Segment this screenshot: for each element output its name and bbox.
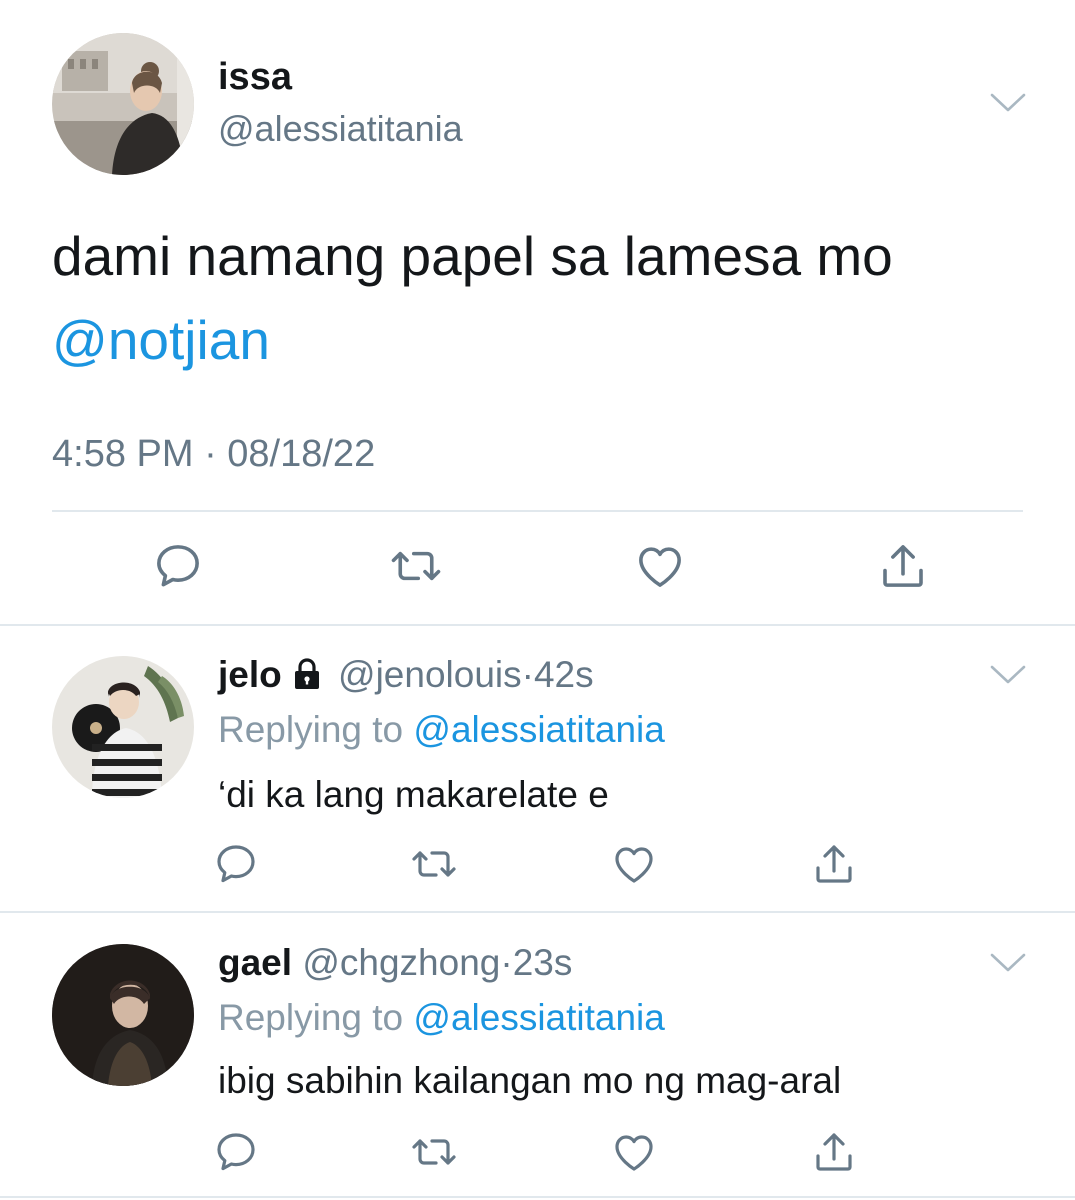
author-handle[interactable]: @alessiatitania xyxy=(218,106,463,152)
tweet-text: dami namang papel sa lamesa mo xyxy=(52,225,893,287)
author-name[interactable]: issa xyxy=(218,54,292,100)
reply-author-handle[interactable]: @chgzhong xyxy=(302,942,500,983)
reply-author-name[interactable]: jelo xyxy=(218,654,282,695)
replying-to-mention[interactable]: @alessiatitania xyxy=(413,997,664,1038)
lock-icon xyxy=(290,656,324,690)
reply-timestamp[interactable]: 42s xyxy=(534,654,594,695)
heart-icon[interactable] xyxy=(610,1128,658,1176)
reply-timestamp[interactable]: 23s xyxy=(513,942,573,983)
reply-header: jelo @jenolouis·42s xyxy=(218,652,594,698)
author-avatar[interactable] xyxy=(52,33,194,175)
divider xyxy=(0,1196,1075,1198)
reply-avatar[interactable] xyxy=(52,944,194,1086)
retweet-icon[interactable] xyxy=(389,539,443,593)
divider xyxy=(0,624,1075,626)
divider xyxy=(52,510,1023,512)
replying-to-label: Replying to xyxy=(218,997,414,1038)
share-icon[interactable] xyxy=(876,539,930,593)
reply-icon[interactable] xyxy=(212,1128,260,1176)
divider xyxy=(0,911,1075,913)
heart-icon[interactable] xyxy=(633,539,687,593)
replying-to: Replying to @alessiatitania xyxy=(218,707,665,753)
retweet-icon[interactable] xyxy=(410,1128,458,1176)
reply-text: ‘di ka lang makarelate e xyxy=(218,774,609,815)
reply-separator: · xyxy=(500,942,513,983)
reply-author-name[interactable]: gael xyxy=(218,942,292,983)
share-icon[interactable] xyxy=(810,840,858,888)
reply-text: ibig sabihin kailangan mo ng mag-aral xyxy=(218,1060,842,1101)
tweet-timestamp: 4:58 PM · 08/18/22 xyxy=(52,433,376,475)
chevron-down-icon[interactable] xyxy=(990,92,1026,114)
reply-icon[interactable] xyxy=(212,840,260,888)
reply-separator: · xyxy=(521,654,534,695)
replying-to-mention[interactable]: @alessiatitania xyxy=(413,709,664,750)
tweet-mention-link[interactable]: @notjian xyxy=(52,306,270,374)
reply-author-handle[interactable]: @jenolouis xyxy=(338,654,522,695)
share-icon[interactable] xyxy=(810,1128,858,1176)
reply-icon[interactable] xyxy=(151,539,205,593)
heart-icon[interactable] xyxy=(610,840,658,888)
reply-header: gael @chgzhong·23s xyxy=(218,940,572,986)
reply-avatar[interactable] xyxy=(52,656,194,798)
chevron-down-icon[interactable] xyxy=(990,952,1026,974)
retweet-icon[interactable] xyxy=(410,840,458,888)
replying-to: Replying to @alessiatitania xyxy=(218,995,665,1041)
replying-to-label: Replying to xyxy=(218,709,414,750)
chevron-down-icon[interactable] xyxy=(990,664,1026,686)
